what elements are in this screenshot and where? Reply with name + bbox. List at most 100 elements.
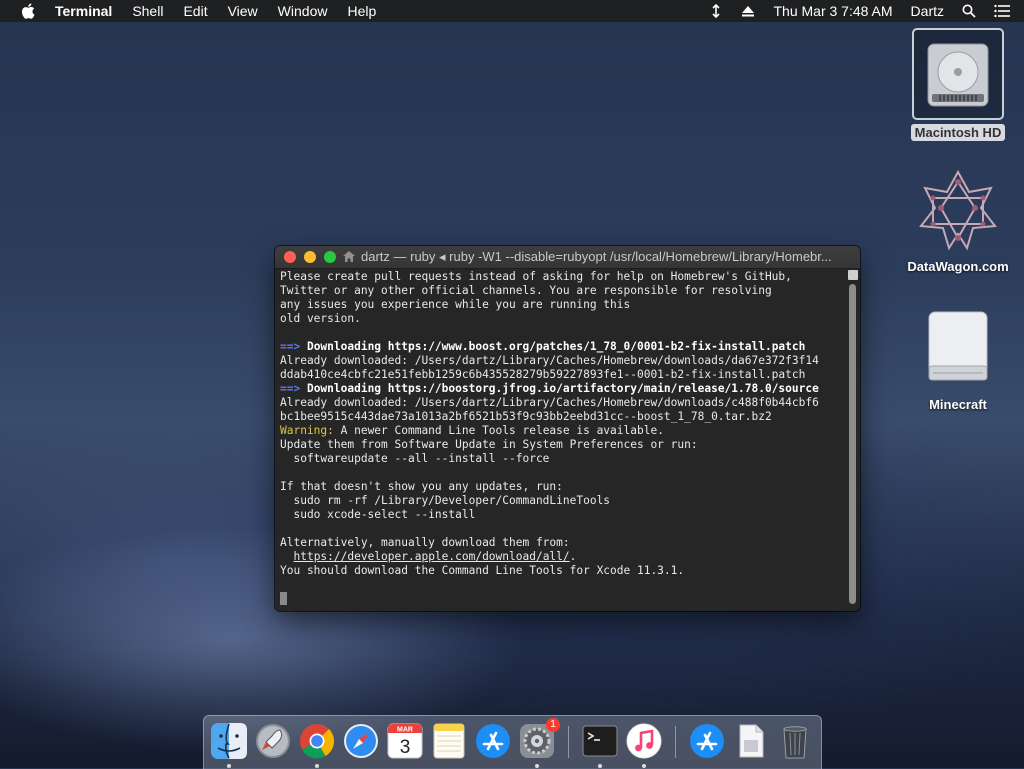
dock-item-trash[interactable] bbox=[776, 722, 814, 760]
running-indicator bbox=[227, 764, 231, 768]
menubar-user[interactable]: Dartz bbox=[911, 0, 944, 22]
terminal-line: ==> Downloading https://boostorg.jfrog.i… bbox=[280, 382, 843, 396]
notes-icon bbox=[433, 723, 465, 759]
menubar-clock[interactable]: Thu Mar 3 7:48 AM bbox=[773, 0, 892, 22]
zoom-button[interactable] bbox=[324, 251, 336, 263]
terminal-output[interactable]: Please create pull requests instead of a… bbox=[280, 270, 843, 608]
terminal-window: dartz — ruby ◂ ruby -W1 --disable=rubyop… bbox=[275, 246, 860, 611]
dock: MAR 3 1 bbox=[203, 715, 822, 769]
notification-badge: 1 bbox=[546, 718, 560, 732]
dock-item-terminal[interactable] bbox=[581, 722, 619, 768]
terminal-line: Warning: A newer Command Line Tools rele… bbox=[280, 424, 843, 438]
menu-help[interactable]: Help bbox=[347, 0, 376, 22]
apple-icon[interactable] bbox=[19, 3, 37, 19]
terminal-line-text: You should download the Command Line Too… bbox=[280, 564, 685, 577]
minimize-button[interactable] bbox=[304, 251, 316, 263]
warning-label: Warning: bbox=[280, 424, 334, 437]
terminal-line: https://developer.apple.com/download/all… bbox=[280, 550, 843, 564]
datawagon-icon bbox=[913, 168, 1003, 252]
prompt-arrow: ==> bbox=[280, 382, 301, 395]
terminal-line-text: old version. bbox=[280, 312, 361, 325]
dock-item-app-store[interactable] bbox=[474, 722, 512, 760]
text-cursor bbox=[280, 592, 287, 605]
terminal-line: Alternatively, manually download them fr… bbox=[280, 536, 843, 550]
app-store-icon bbox=[476, 724, 510, 758]
app-menu-terminal[interactable]: Terminal bbox=[55, 0, 112, 22]
window-title: dartz — ruby ◂ ruby -W1 --disable=rubyop… bbox=[343, 246, 855, 268]
close-button[interactable] bbox=[284, 251, 296, 263]
terminal-line-text: Update them from Software Update in Syst… bbox=[280, 438, 698, 451]
trash-icon bbox=[783, 726, 807, 759]
terminal-line-text: If that doesn't show you any updates, ru… bbox=[280, 480, 563, 493]
spotlight-search-icon[interactable] bbox=[962, 4, 976, 18]
terminal-line: ==> Downloading https://www.boost.org/pa… bbox=[280, 340, 843, 354]
terminal-line-text: Please create pull requests instead of a… bbox=[280, 270, 792, 283]
terminal-line-text: Alternatively, manually download them fr… bbox=[280, 536, 570, 549]
eject-icon[interactable] bbox=[741, 4, 755, 18]
calendar-icon: MAR 3 bbox=[387, 723, 423, 759]
desktop-item-minecraft[interactable]: Minecraft bbox=[908, 306, 1008, 413]
vertical-scrollbar[interactable] bbox=[847, 270, 858, 608]
dock-item-system-preferences[interactable]: 1 bbox=[518, 718, 560, 768]
itunes-icon bbox=[626, 723, 662, 759]
dock-item-documents[interactable] bbox=[732, 722, 770, 760]
running-indicator bbox=[315, 764, 319, 768]
dock-item-downloads[interactable] bbox=[688, 722, 726, 760]
launchpad-icon bbox=[256, 724, 290, 758]
finder-icon bbox=[211, 723, 247, 759]
dock-item-itunes[interactable] bbox=[625, 722, 663, 768]
notification-center-icon[interactable] bbox=[994, 4, 1010, 18]
dock-item-chrome[interactable] bbox=[298, 722, 336, 768]
dock-separator bbox=[675, 726, 676, 758]
terminal-line-text: any issues you experience while you are … bbox=[280, 298, 631, 311]
dock-item-finder[interactable] bbox=[210, 722, 248, 768]
prompt-arrow: ==> bbox=[280, 340, 301, 353]
document-stack-icon bbox=[739, 724, 764, 758]
terminal-line-text: Twitter or any other official channels. … bbox=[280, 284, 772, 297]
terminal-line: sudo xcode-select --install bbox=[280, 508, 843, 522]
terminal-icon bbox=[582, 725, 618, 757]
terminal-line: ddab410ce4cbfc21e51febb1259c6b435528279b… bbox=[280, 368, 843, 382]
desktop-item-macintosh-hd[interactable]: Macintosh HD bbox=[908, 28, 1008, 141]
running-indicator bbox=[598, 764, 602, 768]
running-indicator bbox=[535, 764, 539, 768]
app-store-downloads-icon bbox=[690, 724, 724, 758]
menu-view[interactable]: View bbox=[228, 0, 258, 22]
menu-bar: Terminal Shell Edit View Window Help Thu… bbox=[0, 0, 1024, 22]
desktop-item-label: Macintosh HD bbox=[910, 124, 1006, 141]
terminal-line: softwareupdate --all --install --force bbox=[280, 452, 843, 466]
dock-item-notes[interactable] bbox=[430, 722, 468, 760]
desktop-item-label: DataWagon.com bbox=[907, 259, 1009, 274]
dock-item-calendar[interactable]: MAR 3 bbox=[386, 722, 424, 760]
menu-shell[interactable]: Shell bbox=[132, 0, 163, 22]
terminal-line: bc1bee9515c443dae73a1013a2bf6521b53f9c93… bbox=[280, 410, 843, 424]
terminal-line: Update them from Software Update in Syst… bbox=[280, 438, 843, 452]
scroll-handle-top[interactable] bbox=[847, 270, 858, 280]
chrome-icon bbox=[300, 724, 335, 759]
input-menu-icon[interactable] bbox=[709, 4, 723, 18]
desktop-item-datawagon[interactable]: DataWagon.com bbox=[900, 168, 1016, 275]
terminal-line-text: Already downloaded: /Users/dartz/Library… bbox=[280, 354, 819, 367]
dock-separator bbox=[568, 726, 569, 758]
terminal-line-text: softwareupdate --all --install --force bbox=[280, 452, 550, 465]
terminal-line: any issues you experience while you are … bbox=[280, 298, 843, 312]
terminal-line-text: sudo rm -rf /Library/Developer/CommandLi… bbox=[280, 494, 611, 507]
terminal-line: sudo rm -rf /Library/Developer/CommandLi… bbox=[280, 494, 843, 508]
running-indicator bbox=[642, 764, 646, 768]
window-titlebar[interactable]: dartz — ruby ◂ ruby -W1 --disable=rubyop… bbox=[275, 246, 860, 269]
menu-edit[interactable]: Edit bbox=[183, 0, 207, 22]
terminal-line: Please create pull requests instead of a… bbox=[280, 270, 843, 284]
terminal-line: You should download the Command Line Too… bbox=[280, 564, 843, 578]
dock-item-launchpad[interactable] bbox=[254, 722, 292, 760]
dock-item-safari[interactable] bbox=[342, 722, 380, 760]
download-link[interactable]: https://developer.apple.com/download/all… bbox=[293, 550, 569, 563]
calendar-month: MAR bbox=[397, 727, 413, 734]
terminal-line-text: Downloading https://boostorg.jfrog.io/ar… bbox=[300, 382, 819, 395]
menu-window[interactable]: Window bbox=[278, 0, 328, 22]
terminal-line: If that doesn't show you any updates, ru… bbox=[280, 480, 843, 494]
scroll-thumb[interactable] bbox=[849, 284, 856, 604]
safari-icon bbox=[344, 724, 378, 758]
